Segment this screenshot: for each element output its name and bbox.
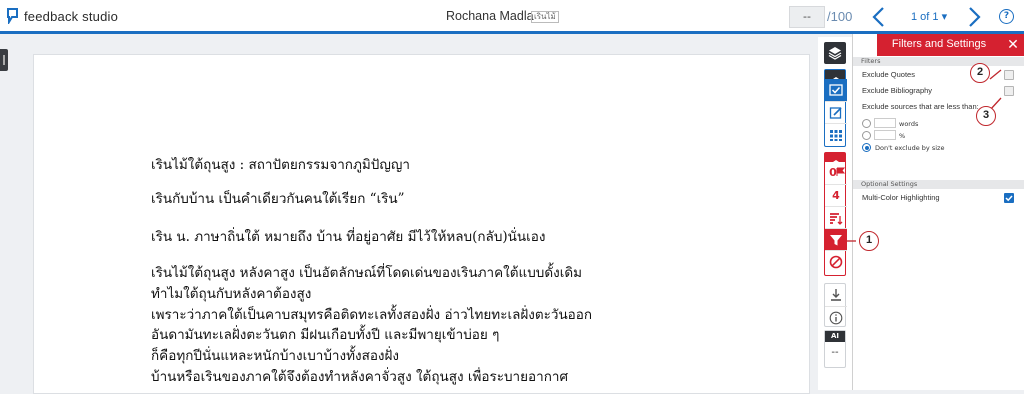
callout-2: 2 [970,63,990,83]
callout-1: 1 [859,231,879,251]
callout-lines [847,69,1002,242]
callout-3: 3 [976,106,996,126]
